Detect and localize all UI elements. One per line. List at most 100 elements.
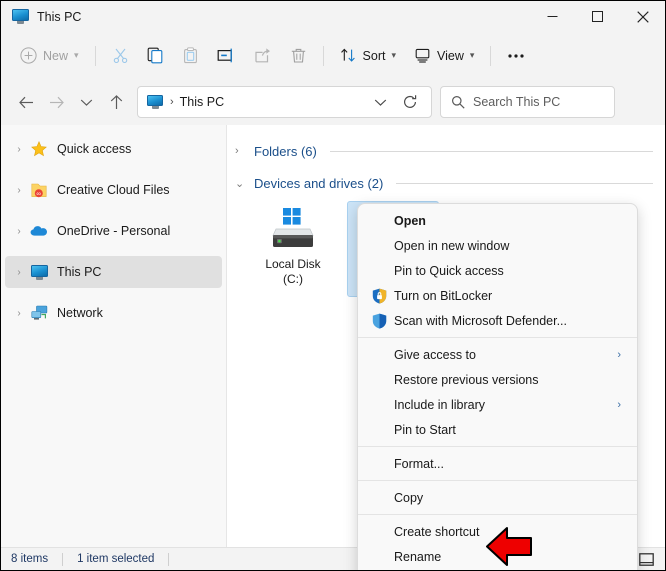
- search-input[interactable]: Search This PC: [473, 95, 560, 109]
- context-menu-item-pin-to-start[interactable]: Pin to Start: [362, 417, 633, 442]
- delete-button[interactable]: [281, 40, 316, 72]
- view-button[interactable]: View ▾: [405, 40, 483, 72]
- expander-icon[interactable]: ›: [9, 185, 29, 196]
- sort-button[interactable]: Sort ▾: [331, 40, 405, 72]
- group-title: Folders (6): [254, 143, 317, 159]
- expander-icon[interactable]: ›: [9, 267, 29, 278]
- refresh-button[interactable]: [395, 87, 425, 117]
- navigation-pane: › Quick access › ∞ Creative Cloud Files …: [1, 125, 227, 548]
- close-button[interactable]: [620, 1, 665, 32]
- search-box[interactable]: Search This PC: [440, 86, 615, 118]
- context-menu-item-include-in-library[interactable]: Include in library ›: [362, 392, 633, 417]
- minimize-button[interactable]: [530, 1, 575, 32]
- clipboard-icon: [183, 47, 197, 64]
- sidebar-item-quick-access[interactable]: › Quick access: [5, 133, 222, 165]
- monitor-icon: [12, 9, 29, 24]
- context-menu-item-label: Pin to Start: [394, 422, 456, 437]
- group-header-folders[interactable]: › Folders (6): [235, 139, 665, 163]
- up-button[interactable]: [101, 87, 131, 117]
- large-icons-view-icon: [638, 552, 654, 566]
- large-icons-view-button[interactable]: [635, 550, 657, 569]
- network-icon: [29, 304, 49, 322]
- submenu-chevron-icon: ›: [617, 348, 621, 361]
- context-menu-item-rename[interactable]: Rename: [362, 544, 633, 569]
- status-selection: 1 item selected: [77, 553, 155, 565]
- recent-locations-button[interactable]: [71, 87, 101, 117]
- rename-button[interactable]: [208, 40, 245, 72]
- group-header-devices-and-drives[interactable]: ⌄ Devices and drives (2): [235, 171, 665, 195]
- drive-tile-local-disk[interactable]: Local Disk (C:): [247, 201, 339, 297]
- chevron-down-icon: ▾: [469, 50, 475, 60]
- hard-drive-windows-icon: [266, 208, 320, 254]
- address-bar-actions: [365, 87, 431, 117]
- sidebar-item-creative-cloud-files[interactable]: › ∞ Creative Cloud Files: [5, 174, 222, 206]
- context-menu-item-label: Include in library: [394, 397, 486, 412]
- context-menu-item-give-access-to[interactable]: Give access to ›: [362, 342, 633, 367]
- context-menu-item-label: Give access to: [394, 347, 476, 362]
- context-menu-item-create-shortcut[interactable]: Create shortcut: [362, 519, 633, 544]
- context-menu-item-label: Open: [394, 213, 426, 228]
- svg-text:∞: ∞: [37, 190, 42, 197]
- arrow-left-icon: [18, 96, 33, 108]
- context-menu-item-turn-on-bitlocker[interactable]: Turn on BitLocker: [362, 283, 633, 308]
- cut-button[interactable]: [103, 40, 138, 72]
- forward-button[interactable]: [41, 87, 71, 117]
- context-menu-item-label: Turn on BitLocker: [394, 288, 493, 303]
- sidebar-item-this-pc[interactable]: › This PC: [5, 256, 222, 288]
- expander-icon[interactable]: ›: [9, 308, 29, 319]
- copy-icon: [147, 47, 162, 64]
- toolbar-divider: [94, 45, 96, 66]
- drive-name-line1: Local Disk: [265, 257, 321, 271]
- sidebar-item-label: Creative Cloud Files: [57, 183, 170, 197]
- drive-name-line2: (C:): [282, 272, 303, 286]
- context-menu-item-pin-to-quick-access[interactable]: Pin to Quick access: [362, 258, 633, 283]
- paste-button[interactable]: [173, 40, 208, 72]
- submenu-chevron-icon: ›: [617, 398, 621, 411]
- new-button[interactable]: New ▾: [11, 40, 88, 72]
- file-explorer-window: This PC New ▾ Sort ▾ View ▾ › This PC Se…: [0, 0, 666, 571]
- rename-icon: [217, 48, 232, 63]
- see-more-button[interactable]: [498, 40, 534, 72]
- context-menu-item-restore-previous-versions[interactable]: Restore previous versions: [362, 367, 633, 392]
- chevron-down-icon: ▾: [391, 50, 397, 60]
- chevron-down-icon: ▾: [74, 50, 79, 60]
- search-icon: [452, 96, 465, 109]
- toolbar-divider-2: [322, 45, 324, 66]
- context-menu-item-format[interactable]: Format...: [362, 451, 633, 476]
- sidebar-item-onedrive-personal[interactable]: › OneDrive - Personal: [5, 215, 222, 247]
- expander-icon[interactable]: ›: [9, 144, 29, 155]
- refresh-icon: [404, 95, 417, 108]
- title-bar-left: This PC: [1, 9, 81, 24]
- context-menu-item-open-in-new-window[interactable]: Open in new window: [362, 233, 633, 258]
- monitor-icon: [29, 263, 49, 281]
- view-button-label: View: [437, 48, 464, 63]
- sidebar-item-label: Network: [57, 306, 103, 320]
- maximize-button[interactable]: [575, 1, 620, 32]
- arrow-up-icon: [110, 94, 122, 109]
- address-dropdown-button[interactable]: [365, 87, 395, 117]
- context-menu-item-label: Copy: [394, 490, 424, 505]
- back-button[interactable]: [11, 87, 41, 117]
- context-menu-item-label: Create shortcut: [394, 524, 480, 539]
- address-bar[interactable]: › This PC: [137, 86, 432, 118]
- share-button[interactable]: [245, 40, 281, 72]
- context-menu-item-label: Format...: [394, 456, 445, 471]
- bitlocker-shield-icon: [368, 288, 390, 304]
- sidebar-item-network[interactable]: › Network: [5, 297, 222, 329]
- context-menu-item-copy[interactable]: Copy: [362, 485, 633, 510]
- view-monitor-icon: [415, 48, 430, 63]
- close-icon: [636, 10, 649, 23]
- copy-button[interactable]: [138, 40, 173, 72]
- expander-icon[interactable]: ›: [235, 145, 247, 157]
- window-title: This PC: [37, 9, 82, 24]
- window-controls: [530, 1, 665, 32]
- context-menu-item-open[interactable]: Open: [362, 208, 633, 233]
- context-menu-item-label: Scan with Microsoft Defender...: [394, 313, 567, 328]
- context-menu-item-scan-with-microsoft-defender[interactable]: Scan with Microsoft Defender...: [362, 308, 633, 333]
- sort-arrows-icon: [340, 48, 355, 62]
- expander-icon[interactable]: ›: [9, 226, 29, 237]
- breadcrumb-current: This PC: [179, 95, 225, 109]
- title-bar: This PC: [1, 1, 665, 32]
- expander-icon[interactable]: ⌄: [235, 177, 247, 190]
- group-title: Devices and drives (2): [254, 175, 384, 191]
